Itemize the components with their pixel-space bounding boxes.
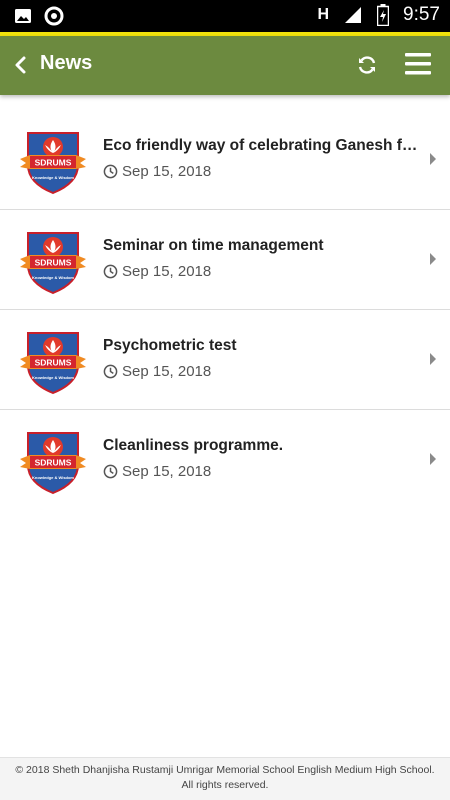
news-item-title: Cleanliness programme. xyxy=(103,437,284,454)
footer-copyright: © 2018 Sheth Dhanjisha Rustamji Umrigar … xyxy=(0,757,450,800)
news-list-item[interactable]: SDRUMS Knowledge & Wisdom Eco friendly w… xyxy=(0,110,450,210)
refresh-icon[interactable] xyxy=(355,53,379,77)
chevron-right-icon xyxy=(430,153,436,165)
news-item-date: Sep 15, 2018 xyxy=(103,263,211,280)
chevron-right-icon xyxy=(430,453,436,465)
news-item-date: Sep 15, 2018 xyxy=(103,363,211,380)
clock-icon xyxy=(103,364,118,379)
battery-charging-icon xyxy=(377,4,390,26)
svg-text:SDRUMS: SDRUMS xyxy=(35,358,72,368)
news-item-date-text: Sep 15, 2018 xyxy=(122,363,212,380)
school-logo: SDRUMS Knowledge & Wisdom xyxy=(20,332,86,395)
news-item-date-text: Sep 15, 2018 xyxy=(122,263,212,280)
news-item-date: Sep 15, 2018 xyxy=(103,163,211,180)
network-type-label: H xyxy=(317,6,330,23)
image-icon xyxy=(15,9,31,23)
news-item-date: Sep 15, 2018 xyxy=(103,463,211,480)
clock-icon xyxy=(103,464,118,479)
chevron-right-icon xyxy=(430,253,436,265)
school-logo: SDRUMS Knowledge & Wisdom xyxy=(20,232,86,295)
svg-text:Knowledge & Wisdom: Knowledge & Wisdom xyxy=(32,275,74,280)
circle-icon xyxy=(44,6,64,26)
page-title: News xyxy=(40,52,93,74)
chevron-left-icon[interactable] xyxy=(10,53,32,77)
news-list: SDRUMS Knowledge & Wisdom Eco friendly w… xyxy=(0,110,450,510)
status-time: 9:57 xyxy=(403,4,440,25)
news-item-title: Psychometric test xyxy=(103,337,237,354)
news-item-date-text: Sep 15, 2018 xyxy=(122,463,212,480)
svg-text:Knowledge & Wisdom: Knowledge & Wisdom xyxy=(32,375,74,380)
news-list-item[interactable]: SDRUMS Knowledge & Wisdom Seminar on tim… xyxy=(0,210,450,310)
school-logo: SDRUMS Knowledge & Wisdom xyxy=(20,432,86,495)
news-list-item[interactable]: SDRUMS Knowledge & Wisdom Cleanliness pr… xyxy=(0,410,450,510)
news-item-title: Eco friendly way of celebrating Ganesh f… xyxy=(103,137,419,154)
school-logo: SDRUMS Knowledge & Wisdom xyxy=(20,132,86,195)
signal-icon xyxy=(345,7,362,23)
clock-icon xyxy=(103,264,118,279)
svg-text:Knowledge & Wisdom: Knowledge & Wisdom xyxy=(32,475,74,480)
app-bar: News xyxy=(0,36,450,95)
svg-text:SDRUMS: SDRUMS xyxy=(35,258,72,268)
hamburger-menu-icon[interactable] xyxy=(404,51,432,77)
status-bar: H 9:57 xyxy=(0,0,450,32)
chevron-right-icon xyxy=(430,353,436,365)
news-list-item[interactable]: SDRUMS Knowledge & Wisdom Psychometric t… xyxy=(0,310,450,410)
news-item-title: Seminar on time management xyxy=(103,237,324,254)
news-item-date-text: Sep 15, 2018 xyxy=(122,163,212,180)
svg-text:Knowledge & Wisdom: Knowledge & Wisdom xyxy=(32,175,74,180)
svg-text:SDRUMS: SDRUMS xyxy=(35,158,72,168)
clock-icon xyxy=(103,164,118,179)
svg-text:SDRUMS: SDRUMS xyxy=(35,458,72,468)
